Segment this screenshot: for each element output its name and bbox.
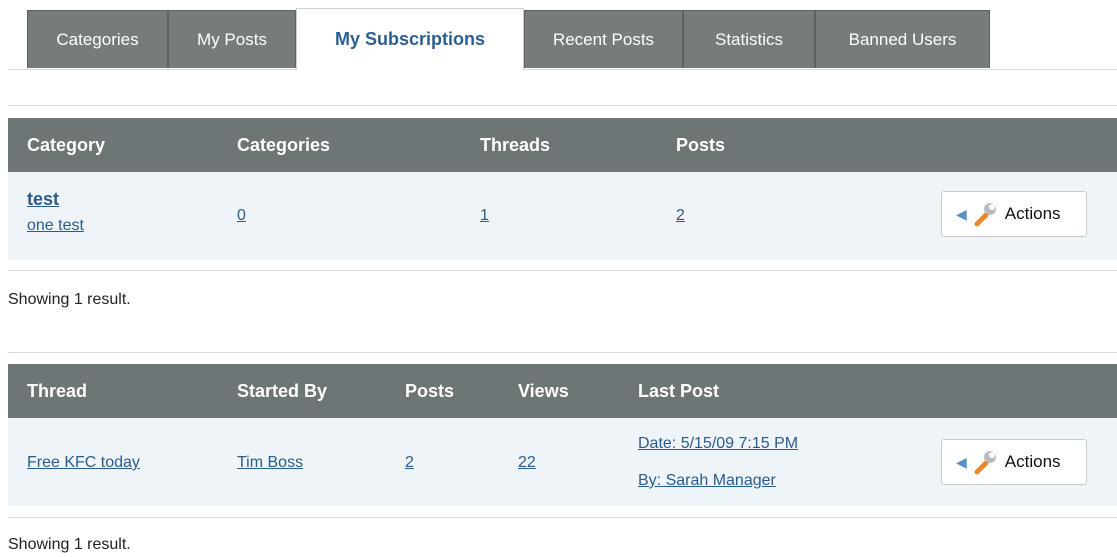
results-count: Showing 1 result. bbox=[8, 291, 131, 308]
tab-my-subscriptions[interactable]: My Subscriptions bbox=[296, 8, 524, 70]
divider bbox=[8, 270, 1117, 271]
threads-table-header: Thread Started By Posts Views Last Post bbox=[8, 364, 1117, 418]
categories-count-link[interactable]: 0 bbox=[237, 207, 246, 225]
last-post-date-link[interactable]: Date: 5/15/09 7:15 PM bbox=[638, 435, 798, 453]
tab-my-posts[interactable]: My Posts bbox=[168, 10, 296, 68]
tab-statistics[interactable]: Statistics bbox=[683, 10, 815, 68]
wrench-icon bbox=[974, 451, 996, 475]
posts-count-link[interactable]: 2 bbox=[676, 207, 685, 225]
tab-categories[interactable]: Categories bbox=[27, 10, 168, 68]
category-description-link[interactable]: one test bbox=[27, 217, 84, 235]
actions-label: Actions bbox=[1004, 204, 1061, 223]
divider bbox=[8, 352, 1117, 353]
actions-button[interactable]: ◀ Actions bbox=[941, 439, 1087, 485]
wrench-icon bbox=[974, 203, 996, 227]
actions-button[interactable]: ◀ Actions bbox=[941, 191, 1087, 237]
last-post-author-link[interactable]: By: Sarah Manager bbox=[638, 472, 776, 490]
header-posts: Posts bbox=[405, 381, 455, 401]
table-row: Free KFC today Tim Boss 2 22 Date: 5/15/… bbox=[8, 418, 1117, 506]
table-row: test one test 0 1 2 ◀ Actions bbox=[8, 172, 1117, 260]
divider bbox=[8, 105, 1117, 106]
header-started-by: Started By bbox=[237, 381, 328, 401]
threads-count-link[interactable]: 1 bbox=[480, 207, 489, 225]
header-posts: Posts bbox=[676, 135, 726, 155]
views-count-link[interactable]: 22 bbox=[518, 454, 536, 472]
actions-label: Actions bbox=[1004, 452, 1061, 471]
tab-banned-users[interactable]: Banned Users bbox=[815, 10, 990, 68]
results-count: Showing 1 result. bbox=[8, 536, 131, 553]
header-last-post: Last Post bbox=[638, 381, 720, 401]
thread-title-link[interactable]: Free KFC today bbox=[27, 454, 140, 472]
tab-recent-posts[interactable]: Recent Posts bbox=[524, 10, 683, 68]
header-categories: Categories bbox=[237, 135, 331, 155]
started-by-link[interactable]: Tim Boss bbox=[237, 454, 303, 472]
divider bbox=[8, 517, 1117, 518]
tab-bar: Categories My Posts My Subscriptions Rec… bbox=[8, 0, 1117, 70]
categories-table-header: Category Categories Threads Posts bbox=[8, 118, 1117, 172]
category-name-link[interactable]: test bbox=[27, 189, 59, 210]
header-views: Views bbox=[518, 381, 569, 401]
posts-count-link[interactable]: 2 bbox=[405, 454, 414, 472]
chevron-left-icon: ◀ bbox=[956, 205, 967, 222]
chevron-left-icon: ◀ bbox=[956, 453, 967, 470]
header-threads: Threads bbox=[480, 135, 551, 155]
header-category: Category bbox=[27, 135, 106, 155]
header-thread: Thread bbox=[27, 381, 88, 401]
